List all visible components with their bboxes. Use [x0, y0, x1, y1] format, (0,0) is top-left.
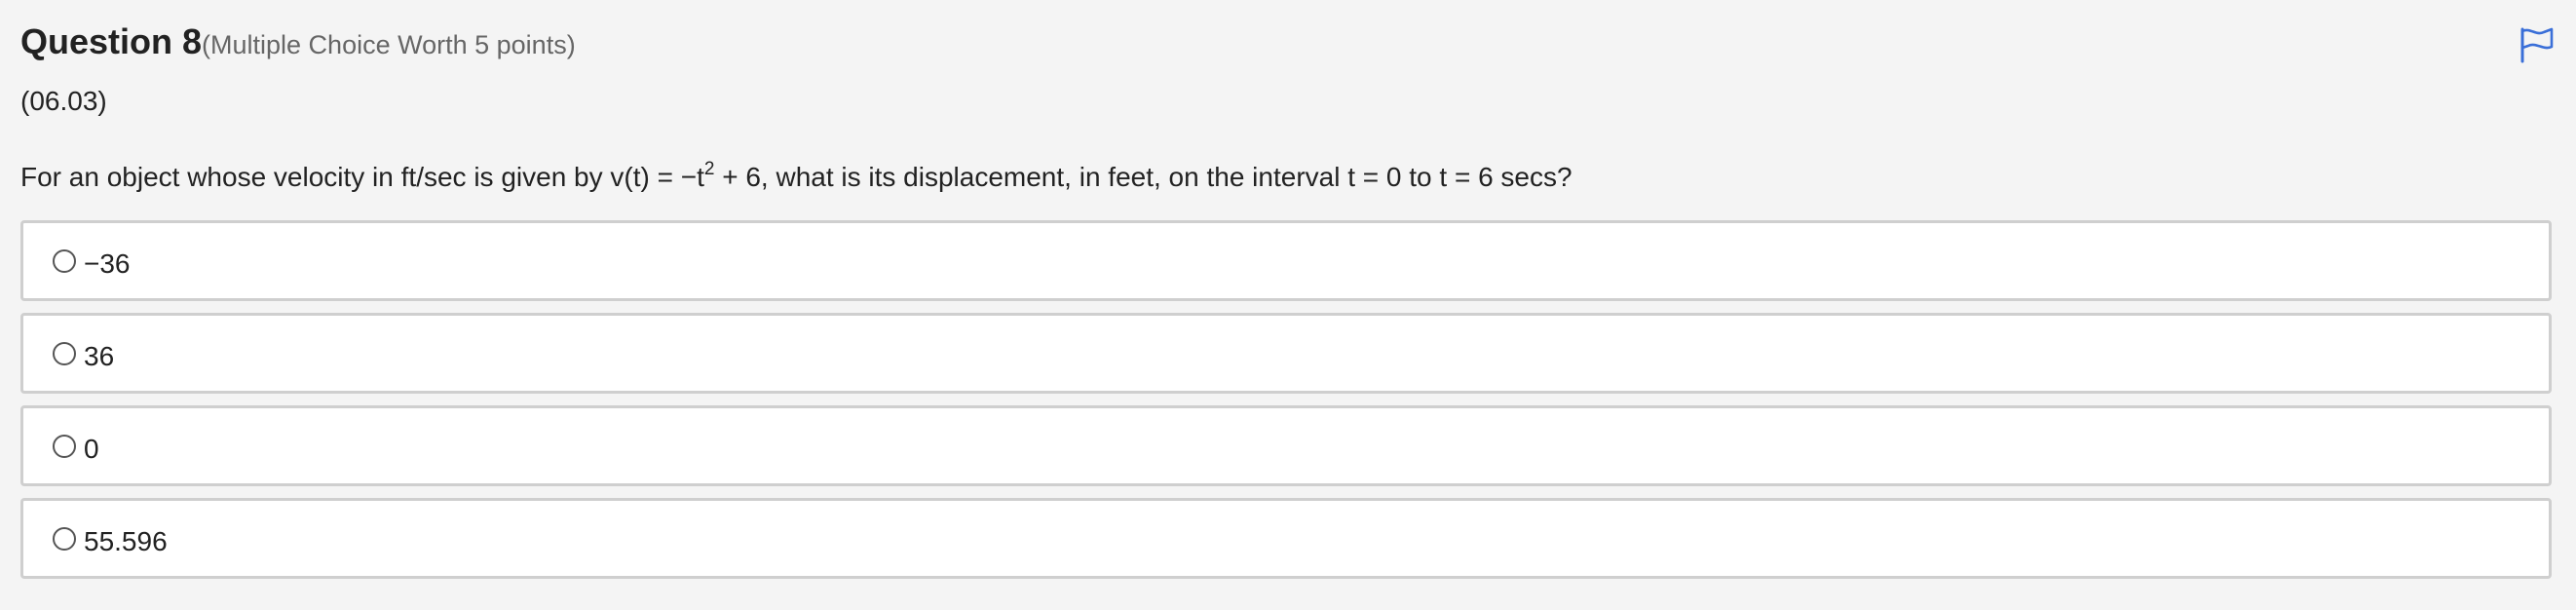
- question-prompt: For an object whose velocity in ft/sec i…: [20, 158, 1572, 193]
- question-title: Question 8: [20, 21, 203, 61]
- question-code: (06.03): [20, 86, 107, 116]
- flag-question-button[interactable]: [2518, 25, 2557, 64]
- flag-icon: [2520, 27, 2554, 63]
- radio-button[interactable]: [53, 526, 76, 551]
- answer-option[interactable]: 0: [20, 405, 2552, 486]
- answer-option-label: −36: [84, 248, 131, 279]
- question-worth: (Multiple Choice Worth 5 points): [202, 30, 576, 59]
- question-header: Question 8(Multiple Choice Worth 5 point…: [20, 21, 576, 62]
- answer-option[interactable]: −36: [20, 220, 2552, 301]
- radio-button[interactable]: [53, 341, 76, 365]
- answer-option-label: 0: [84, 433, 99, 464]
- answer-option-label: 36: [84, 340, 115, 371]
- radio-button[interactable]: [53, 434, 76, 458]
- prompt-text-before: For an object whose velocity in ft/sec i…: [20, 162, 704, 192]
- prompt-text-after: + 6, what is its displacement, in feet, …: [714, 162, 1572, 192]
- answer-option[interactable]: 36: [20, 313, 2552, 394]
- answer-option-label: 55.596: [84, 525, 168, 556]
- prompt-exponent: 2: [703, 158, 715, 179]
- radio-button[interactable]: [53, 248, 76, 273]
- answer-options: −36 36 0 55.596: [20, 220, 2552, 591]
- answer-option[interactable]: 55.596: [20, 498, 2552, 579]
